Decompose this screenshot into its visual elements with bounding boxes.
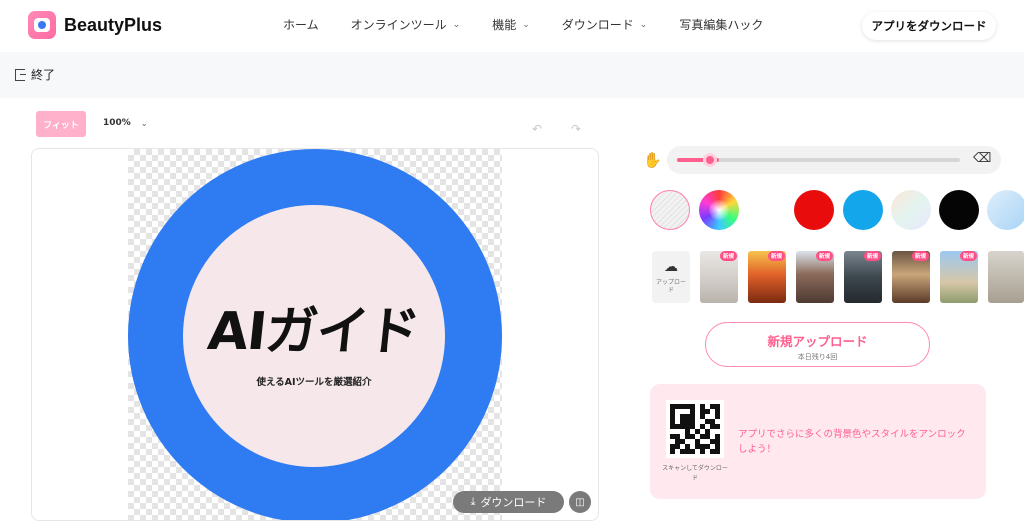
main-nav: ホーム オンラインツール ⌄ 機能 ⌄ ダウンロード ⌄ 写真編集ハック <box>283 16 763 33</box>
brand-name: BeautyPlus <box>64 14 163 35</box>
color-swatch-pastel[interactable] <box>891 190 931 230</box>
chevron-down-icon: ⌄ <box>140 118 148 128</box>
background-upload-tile[interactable]: ☁ アップロード <box>652 251 690 303</box>
exit-label: 終了 <box>31 68 56 82</box>
color-swatch-red[interactable] <box>794 190 834 230</box>
nav-item-home[interactable]: ホーム <box>283 16 319 33</box>
new-upload-label: 新規アップロード <box>767 334 868 349</box>
nav-item-online-tools[interactable]: オンラインツール ⌄ <box>351 16 461 33</box>
upload-cloud-icon: ☁ <box>664 259 678 275</box>
nav-item-features[interactable]: 機能 ⌄ <box>492 16 530 33</box>
redo-icon[interactable]: ↷ <box>571 123 585 135</box>
nav-item-label: ホーム <box>283 18 319 32</box>
scan-caption: スキャンしてダウンロード <box>662 465 728 482</box>
color-swatch-blue[interactable] <box>843 190 883 230</box>
chevron-down-icon: ⌄ <box>639 19 648 30</box>
zoom-value: 100% <box>103 118 131 128</box>
color-swatch-none[interactable] <box>650 190 690 230</box>
qr-code <box>666 400 724 458</box>
new-badge: 新規 <box>911 251 929 261</box>
background-thumbnail[interactable]: 新規 <box>700 251 738 303</box>
background-thumbnail[interactable]: 新規 <box>844 251 882 303</box>
new-badge: 新規 <box>959 251 977 261</box>
nav-item-label: 写真編集ハック <box>679 18 764 32</box>
new-badge: 新規 <box>815 251 833 261</box>
background-thumbnail[interactable]: 新規 <box>940 251 978 303</box>
chevron-down-icon: ⌄ <box>452 19 461 30</box>
download-button[interactable]: ⤓ ダウンロード <box>453 491 564 513</box>
app-download-button[interactable]: アプリをダウンロード <box>862 12 996 40</box>
background-thumbnail[interactable]: 新規 <box>796 251 834 303</box>
eraser-icon[interactable]: ⌫ <box>973 151 991 166</box>
upload-tile-label: アップロード <box>656 279 687 294</box>
nav-item-label: 機能 <box>492 18 517 32</box>
color-swatch-rainbow[interactable] <box>699 190 739 230</box>
background-thumbnail[interactable]: 新規 <box>892 251 930 303</box>
slider-handle[interactable] <box>703 153 717 167</box>
nav-item-label: オンラインツール <box>350 18 447 32</box>
download-icon: ⤓ <box>470 495 476 508</box>
image-title-text: AIガイド <box>204 302 422 362</box>
editor-subbar: 終了 <box>0 52 1024 98</box>
download-label: ダウンロード <box>480 496 547 509</box>
image-canvas[interactable]: AIガイド 使えるAIツールを厳選紹介 ⤓ ダウンロード ◫ <box>31 148 599 521</box>
new-badge: 新規 <box>767 251 785 261</box>
exit-button[interactable]: 終了 <box>15 66 55 83</box>
new-badge: 新規 <box>863 251 881 261</box>
undo-icon[interactable]: ↶ <box>532 123 546 135</box>
new-badge: 新規 <box>719 251 737 261</box>
new-upload-button[interactable]: 新規アップロード 本日残り4回 <box>705 322 930 367</box>
brush-icon[interactable]: ✋ <box>643 151 662 169</box>
nav-item-photo-hacks[interactable]: 写真編集ハック <box>679 16 763 33</box>
chevron-down-icon: ⌄ <box>522 19 530 30</box>
slider-track <box>677 158 960 162</box>
background-thumbnail[interactable]: 新規 <box>748 251 786 303</box>
fit-button[interactable]: フィット <box>36 111 86 137</box>
app-promo-card: スキャンしてダウンロード アプリでさらに多くの背景色やスタイルをアンロックしよう… <box>650 384 986 499</box>
top-header: BeautyPlus ホーム オンラインツール ⌄ 機能 ⌄ ダウンロード ⌄ … <box>0 0 1024 52</box>
promo-text: アプリでさらに多くの背景色やスタイルをアンロックしよう！ <box>738 429 966 455</box>
compare-icon[interactable]: ◫ <box>569 491 591 513</box>
nav-item-label: ダウンロード <box>561 18 634 32</box>
zoom-select[interactable]: 100% ⌄ <box>103 118 148 128</box>
image-subtitle-text: 使えるAIツールを厳選紹介 <box>256 377 372 388</box>
remaining-count: 本日残り4回 <box>797 353 838 361</box>
beautyplus-logo-icon <box>28 11 56 39</box>
brush-size-slider[interactable] <box>667 146 1001 174</box>
nav-item-download[interactable]: ダウンロード ⌄ <box>562 16 648 33</box>
exit-icon <box>15 68 26 81</box>
color-swatch-light-blue[interactable] <box>987 190 1024 230</box>
background-thumbnail[interactable] <box>988 251 1024 303</box>
brand-logo[interactable]: BeautyPlus <box>28 11 162 39</box>
color-swatch-black[interactable] <box>939 190 979 230</box>
